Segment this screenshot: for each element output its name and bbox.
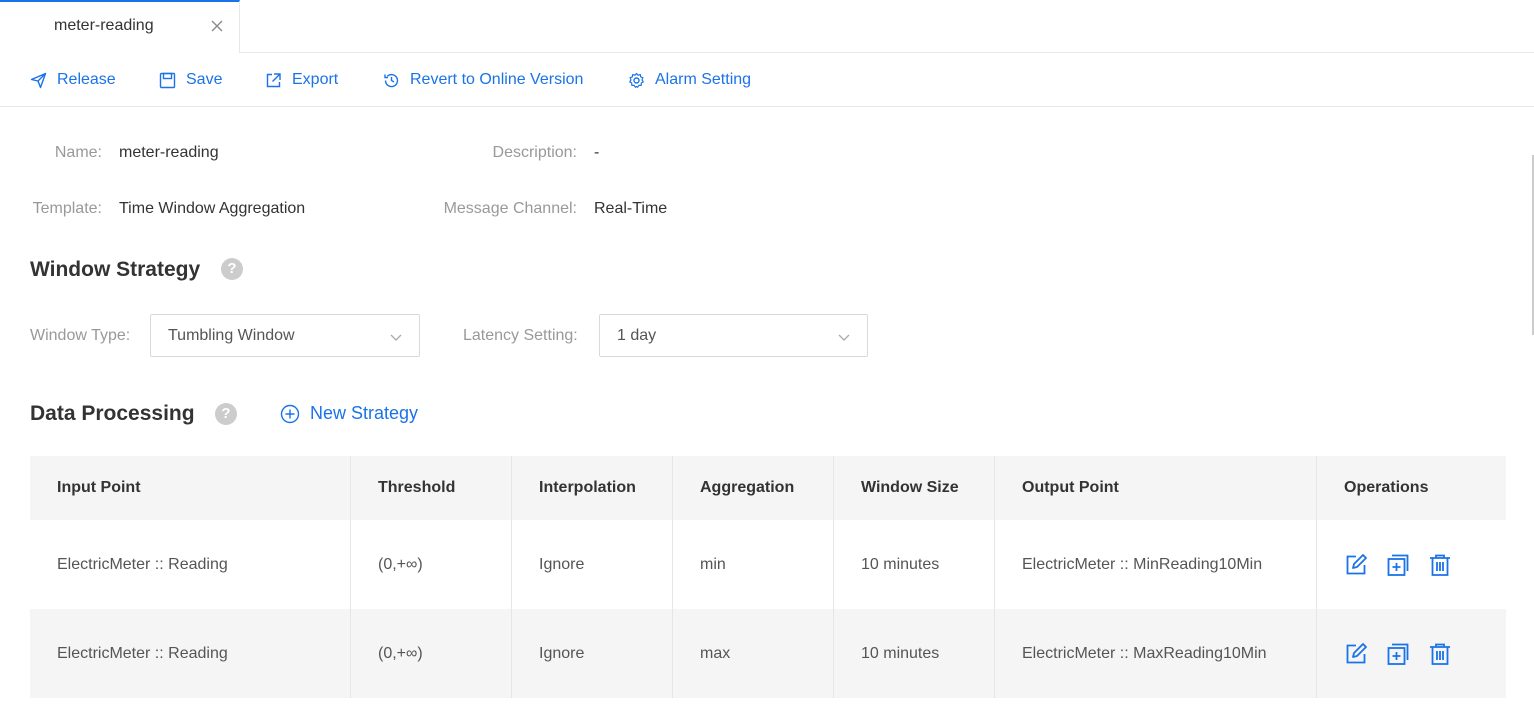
- save-button[interactable]: Save: [159, 70, 222, 90]
- interpolation-cell: Ignore: [512, 520, 673, 609]
- edit-icon[interactable]: [1344, 553, 1368, 577]
- help-icon[interactable]: ?: [215, 403, 237, 425]
- copy-icon[interactable]: [1386, 553, 1410, 577]
- latency-setting-value: 1 day: [617, 327, 657, 344]
- name-label: Name:: [54, 144, 102, 161]
- column-header: Input Point: [30, 456, 351, 520]
- aggregation-cell: max: [673, 609, 834, 698]
- threshold-cell: (0,+∞): [351, 520, 512, 609]
- name-value: meter-reading: [119, 144, 219, 161]
- release-label: Release: [57, 71, 116, 88]
- latency-setting-select[interactable]: 1 day: [599, 314, 868, 357]
- help-icon[interactable]: ?: [221, 258, 243, 280]
- table-row: ElectricMeter :: Reading (0,+∞) Ignore m…: [30, 520, 1506, 609]
- send-icon: [30, 72, 47, 88]
- tab-bar: meter-reading: [0, 0, 1534, 53]
- strategy-table: Input Point Threshold Interpolation Aggr…: [30, 456, 1506, 698]
- column-header: Operations: [1344, 479, 1429, 496]
- operations-cell: [1317, 609, 1506, 698]
- window-type-value: Tumbling Window: [168, 327, 295, 344]
- table-row: ElectricMeter :: Reading (0,+∞) Ignore m…: [30, 609, 1506, 698]
- export-label: Export: [292, 71, 339, 88]
- window-type-select[interactable]: Tumbling Window: [150, 314, 420, 357]
- alarm-setting-button[interactable]: Alarm Setting: [628, 70, 751, 90]
- revert-button[interactable]: Revert to Online Version: [383, 70, 583, 90]
- template-value: Time Window Aggregation: [119, 200, 306, 217]
- new-strategy-button[interactable]: New Strategy: [280, 403, 418, 424]
- aggregation-cell: min: [673, 520, 834, 609]
- new-strategy-label: New Strategy: [310, 403, 419, 423]
- export-icon: [266, 72, 281, 87]
- save-icon: [159, 72, 176, 88]
- message-channel-label: Message Channel:: [443, 200, 577, 217]
- chevron-down-icon: [390, 334, 402, 341]
- operations-cell: [1317, 520, 1506, 609]
- copy-icon[interactable]: [1386, 642, 1410, 666]
- close-icon[interactable]: [210, 19, 224, 33]
- input-point-cell: ElectricMeter :: Reading: [30, 609, 351, 698]
- edit-icon[interactable]: [1344, 642, 1368, 666]
- latency-setting-label: Latency Setting:: [463, 327, 578, 344]
- column-header: Output Point: [995, 456, 1317, 520]
- data-processing-title: Data Processing: [30, 402, 195, 425]
- gear-icon: [629, 72, 644, 88]
- revert-label: Revert to Online Version: [410, 71, 584, 88]
- output-point-cell: ElectricMeter :: MinReading10Min: [995, 520, 1317, 609]
- column-header: Interpolation: [512, 456, 673, 520]
- toolbar: Release Save Export Revert to Online Ver…: [0, 53, 1534, 107]
- tab-label: meter-reading: [54, 17, 154, 34]
- window-size-cell: 10 minutes: [834, 520, 995, 609]
- column-header: Aggregation: [673, 456, 834, 520]
- message-channel-value: Real-Time: [594, 200, 668, 217]
- plus-circle-icon: [280, 404, 300, 423]
- window-size-cell: 10 minutes: [834, 609, 995, 698]
- save-label: Save: [186, 71, 223, 88]
- column-header: Window Size: [834, 456, 995, 520]
- template-label: Template:: [32, 200, 102, 217]
- description-label: Description:: [492, 144, 577, 161]
- table-header: Input Point Threshold Interpolation Aggr…: [30, 456, 1506, 520]
- description-value: -: [594, 144, 600, 161]
- input-point-cell: ElectricMeter :: Reading: [30, 520, 351, 609]
- window-type-label: Window Type:: [30, 327, 131, 344]
- export-button[interactable]: Export: [265, 70, 338, 90]
- chevron-down-icon: [838, 334, 850, 341]
- column-header: Threshold: [351, 456, 512, 520]
- alarm-setting-label: Alarm Setting: [655, 71, 752, 88]
- window-strategy-title: Window Strategy: [30, 258, 201, 281]
- trash-icon[interactable]: [1428, 642, 1452, 666]
- interpolation-cell: Ignore: [512, 609, 673, 698]
- release-button[interactable]: Release: [30, 70, 116, 90]
- threshold-cell: (0,+∞): [351, 609, 512, 698]
- output-point-cell: ElectricMeter :: MaxReading10Min: [995, 609, 1317, 698]
- history-icon: [384, 73, 399, 87]
- tab-meter-reading[interactable]: meter-reading: [0, 0, 240, 53]
- trash-icon[interactable]: [1428, 553, 1452, 577]
